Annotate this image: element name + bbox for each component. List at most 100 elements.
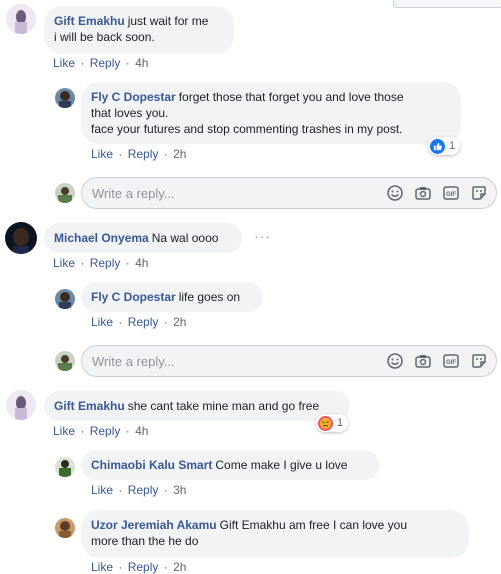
emoji-icon[interactable]: [386, 352, 404, 370]
timestamp[interactable]: 4h: [135, 56, 148, 70]
comment-actions: Like · Reply · 2h: [91, 147, 186, 161]
comment-bubble: Michael Onyema Na wal oooo: [44, 223, 242, 253]
emoji-icon[interactable]: [386, 184, 404, 202]
reaction-count[interactable]: 1: [316, 414, 349, 432]
comment-text: life goes on: [178, 290, 241, 304]
timestamp[interactable]: 4h: [135, 424, 148, 438]
gif-icon[interactable]: GIF: [442, 184, 460, 202]
reply-input[interactable]: [82, 352, 354, 370]
svg-text:GIF: GIF: [446, 192, 456, 198]
reply-link[interactable]: Reply: [90, 424, 121, 438]
separator: ·: [163, 483, 168, 497]
like-link[interactable]: Like: [91, 483, 113, 497]
reply-link[interactable]: Reply: [90, 256, 121, 270]
comment-author[interactable]: Gift Emakhu: [54, 14, 125, 28]
timestamp[interactable]: 2h: [173, 147, 186, 161]
comment-author[interactable]: Chimaobi Kalu Smart: [91, 458, 212, 472]
like-link[interactable]: Like: [53, 56, 75, 70]
comment-author[interactable]: Uzor Jeremiah Akamu: [91, 518, 217, 532]
avatar-image: [55, 183, 75, 203]
current-user-avatar: [55, 351, 75, 371]
avatar[interactable]: [6, 390, 36, 420]
like-link[interactable]: Like: [53, 424, 75, 438]
separator: ·: [118, 483, 123, 497]
avatar[interactable]: [55, 88, 75, 108]
comment-actions: Like · Reply · 3h: [91, 483, 186, 497]
comment-actions: Like · Reply · 4h: [53, 256, 148, 270]
avatar[interactable]: [55, 457, 75, 477]
comment-bubble: Chimaobi Kalu Smart Come make I give u lo…: [81, 450, 379, 480]
svg-text:GIF: GIF: [446, 360, 456, 366]
comment-text: Gift Emakhu am free I can love you: [219, 518, 408, 532]
separator: ·: [125, 424, 130, 438]
current-user-avatar: [55, 183, 75, 203]
more-options-icon[interactable]: ···: [254, 228, 271, 244]
avatar-image: [5, 222, 37, 254]
comment-text: she cant take mine man and go free: [127, 399, 320, 413]
timestamp[interactable]: 3h: [173, 483, 186, 497]
sticker-icon[interactable]: [470, 184, 488, 202]
top-partial-button[interactable]: [393, 0, 501, 8]
reply-link[interactable]: Reply: [128, 147, 159, 161]
like-link[interactable]: Like: [91, 560, 113, 574]
reply-input-box[interactable]: GIF: [81, 345, 497, 377]
avatar[interactable]: [5, 222, 37, 254]
comment-text: that loves you.: [91, 106, 169, 120]
camera-icon[interactable]: [414, 184, 432, 202]
comment-bubble: Fly C Dopestar life goes on: [81, 282, 263, 312]
separator: ·: [80, 256, 85, 270]
separator: ·: [163, 147, 168, 161]
avatar-image: [55, 518, 75, 538]
like-link[interactable]: Like: [91, 147, 113, 161]
angry-reaction-icon: [318, 415, 333, 431]
separator: ·: [80, 56, 85, 70]
comment-text: more than the he do: [91, 534, 199, 548]
avatar-image: [6, 390, 36, 420]
comment-text: i will be back soon.: [54, 30, 155, 44]
avatar-image: [55, 289, 75, 309]
camera-icon[interactable]: [414, 352, 432, 370]
reply-link[interactable]: Reply: [90, 56, 121, 70]
comment-author[interactable]: Gift Emakhu: [54, 399, 125, 413]
comment-bubble: Gift Emakhu just wait for me i will be ba…: [44, 6, 234, 54]
timestamp[interactable]: 4h: [135, 256, 148, 270]
separator: ·: [125, 56, 130, 70]
comment-author[interactable]: Fly C Dopestar: [91, 290, 176, 304]
reaction-count[interactable]: 1: [428, 137, 461, 155]
reply-input-box[interactable]: GIF: [81, 177, 497, 209]
sticker-icon[interactable]: [470, 352, 488, 370]
reply-input[interactable]: [82, 184, 354, 202]
separator: ·: [125, 256, 130, 270]
avatar-image: [55, 351, 75, 371]
timestamp[interactable]: 2h: [173, 560, 186, 574]
avatar[interactable]: [6, 4, 36, 34]
comment-actions: Like · Reply · 2h: [91, 560, 186, 574]
timestamp[interactable]: 2h: [173, 315, 186, 329]
comment-actions: Like · Reply · 2h: [91, 315, 186, 329]
comment-text: Come make I give u love: [215, 458, 348, 472]
comment-text: forget those that forget you and love th…: [178, 90, 404, 104]
avatar[interactable]: [55, 518, 75, 538]
comment-text: face your futures and stop commenting tr…: [91, 122, 403, 136]
like-link[interactable]: Like: [53, 256, 75, 270]
separator: ·: [118, 147, 123, 161]
comment-actions: Like · Reply · 4h: [53, 56, 148, 70]
comment-bubble: Fly C Dopestar forget those that forget y…: [81, 82, 461, 144]
like-reaction-icon: [430, 138, 445, 154]
comment-author[interactable]: Fly C Dopestar: [91, 90, 176, 104]
reply-link[interactable]: Reply: [128, 315, 159, 329]
comment-text: Na wal oooo: [151, 231, 219, 245]
gif-icon[interactable]: GIF: [442, 352, 460, 370]
separator: ·: [118, 560, 123, 574]
like-link[interactable]: Like: [91, 315, 113, 329]
separator: ·: [80, 424, 85, 438]
reply-link[interactable]: Reply: [128, 560, 159, 574]
reply-link[interactable]: Reply: [128, 483, 159, 497]
avatar-image: [55, 457, 75, 477]
separator: ·: [163, 560, 168, 574]
comment-actions: Like · Reply · 4h: [53, 424, 148, 438]
comment-text: just wait for me: [127, 14, 209, 28]
avatar[interactable]: [55, 289, 75, 309]
comment-author[interactable]: Michael Onyema: [54, 231, 149, 245]
avatar-image: [6, 4, 36, 34]
